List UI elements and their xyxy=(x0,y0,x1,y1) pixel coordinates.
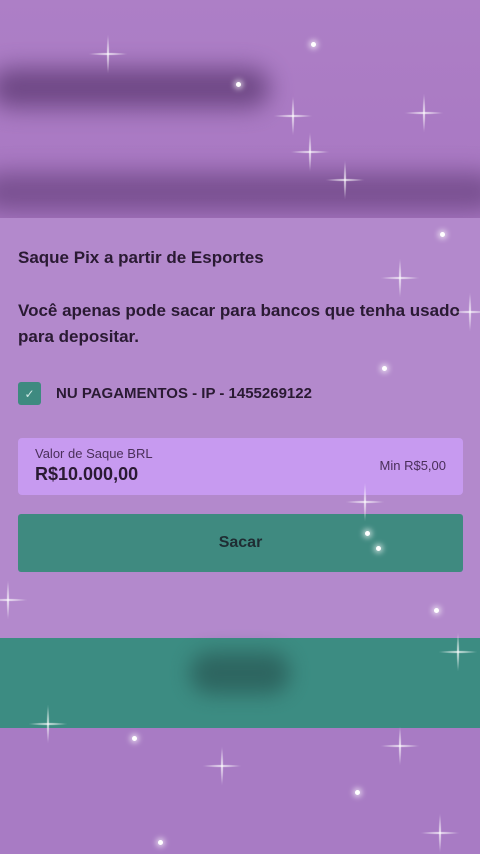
sparkle-dot xyxy=(440,232,445,237)
withdraw-amount-field[interactable]: Valor de Saque BRL R$10.000,00 Min R$5,0… xyxy=(18,438,463,495)
withdraw-button[interactable]: Sacar xyxy=(18,514,463,572)
blurred-footer-band xyxy=(0,638,480,728)
amount-value[interactable]: R$10.000,00 xyxy=(35,464,138,485)
blurred-bar xyxy=(0,172,480,212)
bank-notice: Você apenas pode sacar para bancos que t… xyxy=(18,301,460,346)
page-title: Saque Pix a partir de Esportes xyxy=(18,248,264,267)
checkmark-icon: ✓ xyxy=(24,386,35,401)
sparkle-dot xyxy=(311,42,316,47)
withdraw-panel: Saque Pix a partir de Esportes Você apen… xyxy=(0,218,480,638)
sparkle-dot xyxy=(382,366,387,371)
sparkle-dot xyxy=(236,82,241,87)
sparkle-dot xyxy=(158,840,163,845)
sparkle-dot xyxy=(132,736,137,741)
bank-label: NU PAGAMENTOS - IP - 1455269122 xyxy=(56,385,312,402)
sparkle-dot xyxy=(355,790,360,795)
amount-min: Min R$5,00 xyxy=(379,458,446,473)
screen: Saque Pix a partir de Esportes Você apen… xyxy=(0,0,480,854)
sparkle-dot xyxy=(365,531,370,536)
footer-area xyxy=(0,728,480,854)
sparkle-dot xyxy=(376,546,381,551)
blurred-bar xyxy=(190,652,290,694)
sparkle-dot xyxy=(434,608,439,613)
blurred-bar xyxy=(0,68,270,108)
bank-option[interactable]: ✓ NU PAGAMENTOS - IP - 1455269122 xyxy=(18,382,312,405)
blurred-header xyxy=(0,0,480,218)
bank-checkbox[interactable]: ✓ xyxy=(18,382,41,405)
amount-caption: Valor de Saque BRL xyxy=(35,446,153,461)
